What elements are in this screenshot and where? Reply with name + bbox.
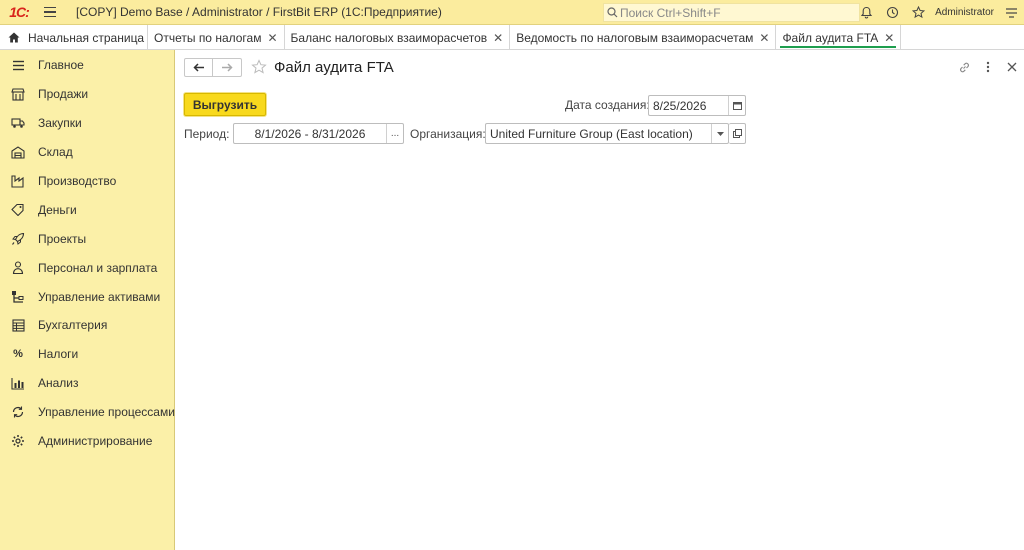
tab-home[interactable]: Начальная страница (0, 25, 148, 50)
sidebar-item-label: Продажи (38, 87, 89, 102)
sidebar-item-label: Управление активами (38, 289, 161, 304)
main-menu-icon[interactable] (40, 0, 60, 25)
sidebar-item-purchases[interactable]: Закупки (0, 109, 174, 138)
sidebar-item-accounting[interactable]: Бухгалтерия (0, 311, 174, 340)
sidebar-item-money[interactable]: Деньги (0, 195, 174, 224)
tab-label: Начальная страница (28, 30, 145, 45)
chart-icon (11, 376, 25, 390)
sidebar-item-analysis[interactable]: Анализ (0, 369, 174, 398)
app-title: [COPY] Demo Base / Administrator / First… (76, 5, 442, 19)
search-placeholder: Поиск Ctrl+Shift+F (620, 5, 721, 20)
form-area: Файл аудита FTA Выгрузить Дата создания:… (175, 50, 1024, 550)
tab-tax-statement[interactable]: Ведомость по налоговым взаиморасчетам ✕ (510, 25, 777, 50)
sidebar-item-assets[interactable]: Управление активами (0, 282, 174, 311)
period-label: Период: (184, 127, 230, 141)
chevron-down-icon[interactable] (711, 124, 728, 143)
period-value[interactable]: 8/1/2026 - 8/31/2026 (234, 124, 386, 143)
person-icon (11, 261, 25, 275)
open-window-icon[interactable] (729, 124, 745, 143)
close-tab-icon[interactable]: ✕ (493, 31, 503, 45)
history-nav (184, 58, 242, 77)
period-select-button[interactable]: ... (386, 124, 403, 143)
back-arrow-icon[interactable] (185, 59, 213, 76)
organization-label: Организация: (410, 127, 486, 141)
sidebar-item-label: Налоги (38, 347, 79, 362)
app-logo[interactable]: 1С: (4, 0, 34, 25)
search-icon (604, 7, 620, 18)
link-icon[interactable] (952, 58, 976, 76)
ledger-icon (11, 318, 25, 332)
process-icon (11, 405, 25, 419)
sidebar-item-processes[interactable]: Управление процессами (0, 398, 175, 427)
organization-value[interactable]: United Furniture Group (East location) (486, 124, 711, 143)
history-icon[interactable] (879, 0, 905, 25)
calendar-icon[interactable] (728, 96, 745, 115)
title-bar: 1С: [COPY] Demo Base / Administrator / F… (0, 0, 1024, 25)
sidebar-item-label: Управление процессами (38, 405, 175, 420)
organization-field[interactable]: United Furniture Group (East location) (485, 123, 729, 144)
sidebar-item-label: Главное (38, 58, 84, 73)
tab-label: Баланс налоговых взаиморасчетов (290, 30, 488, 45)
shop-icon (11, 87, 25, 101)
sidebar-item-main[interactable]: Главное (0, 51, 174, 80)
sidebar-item-label: Администрирование (38, 434, 153, 449)
sidebar-item-sales[interactable]: Продажи (0, 80, 174, 109)
tab-label: Отчеты по налогам (154, 30, 262, 45)
sidebar-item-warehouse[interactable]: Склад (0, 138, 174, 167)
sidebar-item-production[interactable]: Производство (0, 167, 174, 196)
rocket-icon (11, 232, 25, 246)
tab-label: Файл аудита FTA (782, 30, 879, 45)
factory-icon (11, 174, 25, 188)
sidebar-item-label: Закупки (38, 116, 82, 131)
created-date-value[interactable]: 8/25/2026 (649, 96, 728, 115)
period-field[interactable]: 8/1/2026 - 8/31/2026 ... (233, 123, 404, 144)
close-tab-icon[interactable]: ✕ (759, 31, 769, 45)
tab-label: Ведомость по налоговым взаиморасчетам (516, 30, 754, 45)
tab-fta-audit-file[interactable]: Файл аудита FTA ✕ (776, 25, 902, 50)
sidebar-item-projects[interactable]: Проекты (0, 224, 174, 253)
menu-icon (11, 58, 25, 72)
tab-tax-balance[interactable]: Баланс налоговых взаиморасчетов ✕ (285, 25, 511, 50)
sidebar-item-label: Проекты (38, 231, 87, 246)
warehouse-icon (11, 145, 25, 159)
close-form-icon[interactable] (1000, 58, 1024, 76)
sidebar-item-label: Персонал и зарплата (38, 260, 158, 275)
sidebar-item-label: Деньги (38, 202, 77, 217)
export-button[interactable]: Выгрузить (184, 93, 266, 116)
sidebar-item-personnel[interactable]: Персонал и зарплата (0, 253, 174, 282)
settings-menu-icon[interactable] (998, 0, 1024, 25)
logo-text: 1С: (9, 4, 30, 20)
forward-arrow-icon[interactable] (213, 59, 241, 76)
assets-icon (11, 290, 25, 304)
home-icon (8, 32, 20, 43)
sidebar-item-label: Производство (38, 174, 117, 188)
open-tabs-bar: Начальная страница Отчеты по налогам ✕ Б… (0, 25, 1024, 50)
sidebar-item-taxes[interactable]: % Налоги (0, 340, 174, 369)
close-tab-icon[interactable]: ✕ (267, 31, 277, 45)
percent-icon: % (13, 348, 23, 361)
sidebar-item-label: Склад (38, 145, 73, 160)
more-actions-icon[interactable] (976, 58, 1000, 76)
search-input[interactable]: Поиск Ctrl+Shift+F (603, 3, 860, 22)
sidebar-item-administration[interactable]: Администрирование (0, 427, 174, 456)
favorites-star-icon[interactable] (905, 0, 931, 25)
gear-icon (11, 434, 25, 448)
created-date-field[interactable]: 8/25/2026 (648, 95, 746, 116)
sections-sidebar: Главное Продажи Закупки Склад Производст… (0, 50, 175, 550)
sidebar-item-label: Бухгалтерия (38, 318, 108, 333)
open-organization-button[interactable] (729, 123, 746, 144)
add-to-favorites-star-icon[interactable] (251, 59, 267, 78)
bell-icon[interactable] (853, 0, 879, 25)
created-date-label: Дата создания: (565, 98, 650, 112)
tab-tax-reports[interactable]: Отчеты по налогам ✕ (148, 25, 285, 50)
truck-icon (11, 116, 25, 130)
close-tab-icon[interactable]: ✕ (884, 31, 894, 45)
page-title: Файл аудита FTA (274, 59, 394, 76)
sidebar-item-label: Анализ (38, 376, 79, 391)
user-name[interactable]: Administrator (931, 7, 998, 18)
money-icon (11, 203, 25, 217)
